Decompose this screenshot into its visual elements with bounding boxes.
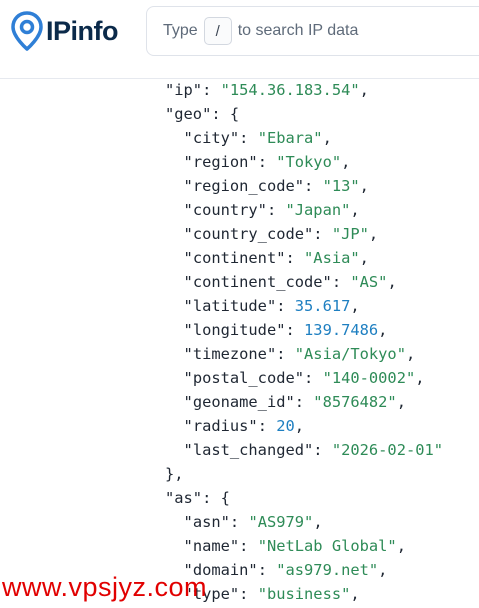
json-value: "Tokyo"	[276, 153, 342, 171]
json-value: "JP"	[331, 225, 369, 243]
json-line-radius: "radius": 20,	[183, 417, 305, 435]
json-value: "as979.net"	[276, 561, 379, 579]
json-line-continent: "continent": "Asia",	[183, 249, 369, 267]
json-value: "AS979"	[248, 513, 314, 531]
json-key: "continent_code"	[183, 273, 332, 291]
json-line-region-code: "region_code": "13",	[183, 177, 369, 195]
json-value: "8576482"	[313, 393, 397, 411]
json-value: "Asia"	[304, 249, 360, 267]
top-header: IPinfo Type / to search IP data	[0, 0, 479, 79]
json-response-viewer: "ip": "154.36.183.54", "geo": { "city": …	[165, 78, 443, 606]
json-value: "AS"	[350, 273, 388, 291]
json-line-country: "country": "Japan",	[183, 201, 360, 219]
json-value: 35.617	[294, 297, 351, 315]
ipinfo-logo[interactable]: IPinfo	[11, 11, 119, 51]
site-watermark: www.vpsjyz.com	[2, 572, 208, 602]
json-value: "business"	[257, 585, 351, 603]
json-key: "as"	[165, 489, 203, 507]
json-key: "region"	[183, 153, 258, 171]
json-key: "country"	[183, 201, 267, 219]
slash-shortcut-key: /	[203, 17, 232, 45]
json-value: "154.36.183.54"	[220, 81, 360, 99]
json-line-region: "region": "Tokyo",	[183, 153, 351, 171]
logo-text: IPinfo	[46, 15, 119, 46]
json-key: "geoname_id"	[183, 393, 295, 411]
json-line-city: "city": "Ebara",	[183, 129, 332, 147]
json-key: "name"	[183, 537, 240, 555]
json-value: "140-0002"	[322, 369, 416, 387]
json-line-continent-code: "continent_code": "AS",	[183, 273, 397, 291]
json-value: 139.7486	[304, 321, 379, 339]
json-value: "Japan"	[285, 201, 351, 219]
json-key: "latitude"	[183, 297, 277, 315]
json-line-geo: "geo": {	[165, 105, 240, 123]
json-line-asn: "asn": "AS979",	[183, 513, 323, 531]
json-key: "geo"	[165, 105, 212, 123]
json-value: "Asia/Tokyo"	[294, 345, 406, 363]
json-value: "13"	[322, 177, 360, 195]
json-line-longitude: "longitude": 139.7486,	[183, 321, 388, 339]
json-key: "ip"	[165, 81, 203, 99]
json-key: "country_code"	[183, 225, 314, 243]
json-line-geoname-id: "geoname_id": "8576482",	[183, 393, 406, 411]
json-line-as: "as": {	[165, 489, 230, 507]
json-line-country-code: "country_code": "JP",	[183, 225, 379, 243]
json-line-ip: "ip": "154.36.183.54",	[165, 81, 369, 99]
search-input[interactable]: Type / to search IP data	[146, 6, 479, 56]
location-pin-icon	[11, 11, 43, 51]
json-line-postal-code: "postal_code": "140-0002",	[183, 369, 425, 387]
json-line-last-changed: "last_changed": "2026-02-01"	[183, 441, 444, 459]
json-value: 20	[276, 417, 295, 435]
json-line-latitude: "latitude": 35.617,	[183, 297, 360, 315]
search-suffix: to search IP data	[237, 22, 359, 39]
json-key: "postal_code"	[183, 369, 305, 387]
json-value: "NetLab Global"	[257, 537, 397, 555]
json-key: "region_code"	[183, 177, 305, 195]
json-line-geo-close: },	[165, 465, 184, 483]
search-prefix: Type	[163, 22, 198, 39]
json-value: "Ebara"	[257, 129, 323, 147]
json-line-timezone: "timezone": "Asia/Tokyo",	[183, 345, 416, 363]
json-key: "continent"	[183, 249, 286, 267]
json-value: "2026-02-01"	[331, 441, 444, 459]
json-key: "city"	[183, 129, 240, 147]
json-key: "asn"	[183, 513, 230, 531]
json-key: "timezone"	[183, 345, 277, 363]
json-key: "longitude"	[183, 321, 286, 339]
json-line-name: "name": "NetLab Global",	[183, 537, 406, 555]
json-key: "radius"	[183, 417, 258, 435]
json-key: "last_changed"	[183, 441, 314, 459]
